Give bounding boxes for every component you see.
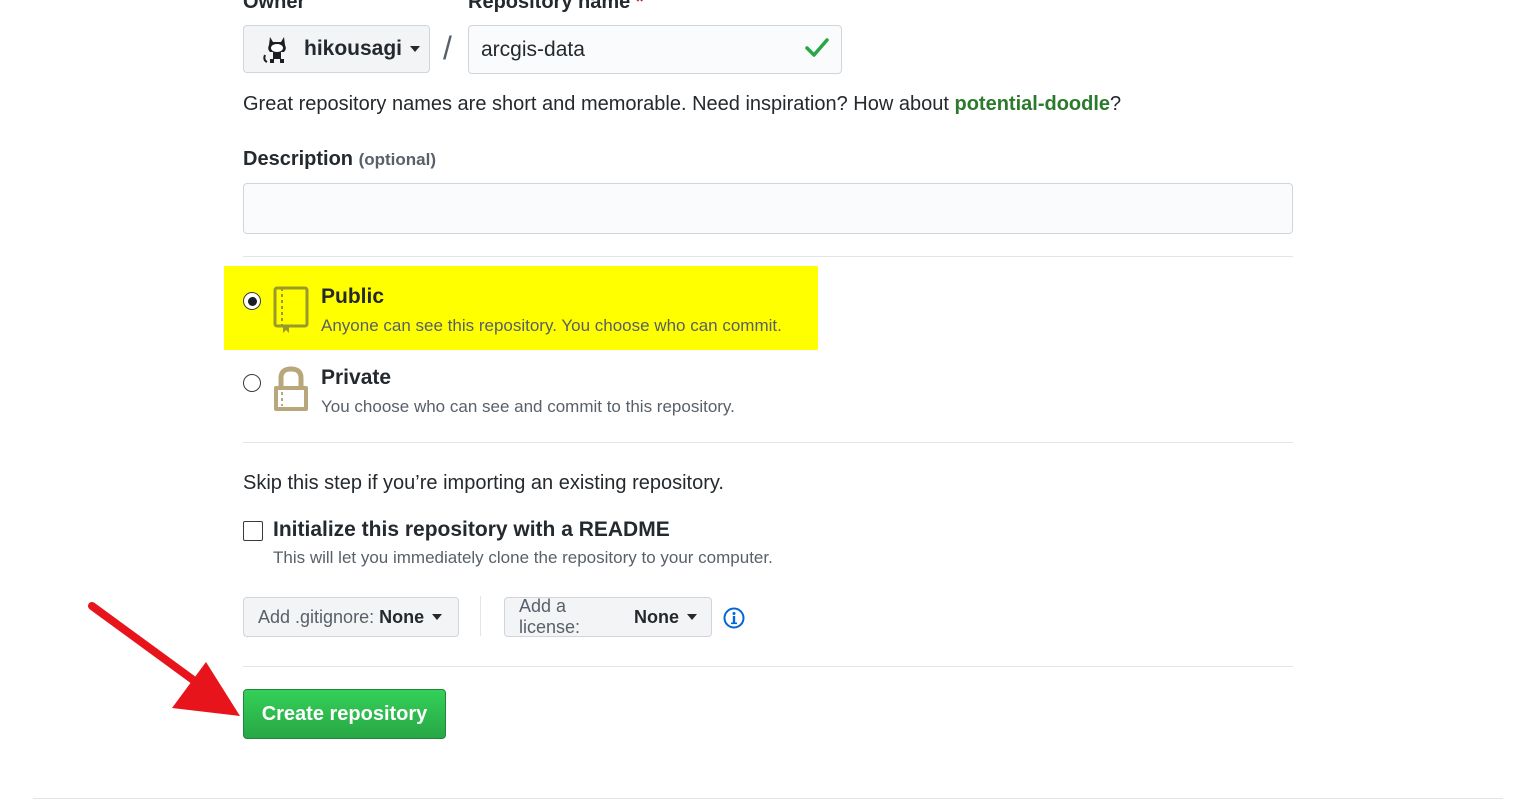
public-title: Public — [321, 285, 385, 308]
repo-name-label: Repository name * — [468, 0, 644, 14]
description-label: Description (optional) — [243, 148, 437, 170]
private-title: Private — [321, 366, 392, 389]
repository-name-input[interactable]: arcgis-data — [468, 25, 842, 74]
chevron-down-icon — [687, 614, 697, 620]
private-note: You choose who can see and commit to thi… — [321, 397, 735, 416]
create-repository-button[interactable]: Create repository — [243, 689, 446, 739]
owner-select[interactable]: hikousagi — [243, 25, 430, 73]
public-note: Anyone can see this repository. You choo… — [321, 316, 782, 335]
divider — [243, 666, 1293, 667]
optional-tag: (optional) — [358, 150, 437, 169]
divider — [243, 442, 1293, 443]
footer-divider — [33, 798, 1503, 799]
skip-step-text: Skip this step if you’re importing an ex… — [243, 472, 724, 494]
repo-book-icon — [272, 286, 310, 339]
divider — [480, 596, 481, 636]
owner-name: hikousagi — [304, 37, 403, 60]
repository-name-hint: Great repository names are short and mem… — [243, 93, 1122, 115]
required-mark: * — [635, 0, 644, 13]
license-select[interactable]: Add a license: None — [504, 596, 712, 637]
owner-label: Owner — [243, 0, 306, 13]
readme-title: Initialize this repository with a README — [273, 518, 670, 541]
readme-checkbox[interactable] — [243, 521, 263, 541]
repository-name-value: arcgis-data — [481, 37, 585, 61]
avatar — [262, 33, 292, 65]
owner-repo-separator: / — [443, 30, 452, 66]
check-icon — [805, 37, 829, 62]
info-icon[interactable] — [723, 607, 745, 634]
red-arrow-annotation — [84, 598, 244, 727]
private-radio[interactable] — [243, 374, 261, 392]
lock-icon — [272, 366, 310, 419]
name-suggestion-link[interactable]: potential-doodle — [954, 93, 1110, 115]
chevron-down-icon — [410, 46, 421, 52]
chevron-down-icon — [432, 614, 443, 620]
gitignore-select[interactable]: Add .gitignore: None — [243, 597, 459, 637]
readme-note: This will let you immediately clone the … — [273, 548, 773, 567]
description-input[interactable] — [243, 183, 1293, 234]
public-radio[interactable] — [243, 292, 261, 310]
divider — [243, 256, 1293, 257]
highlight-annotation — [224, 266, 818, 350]
